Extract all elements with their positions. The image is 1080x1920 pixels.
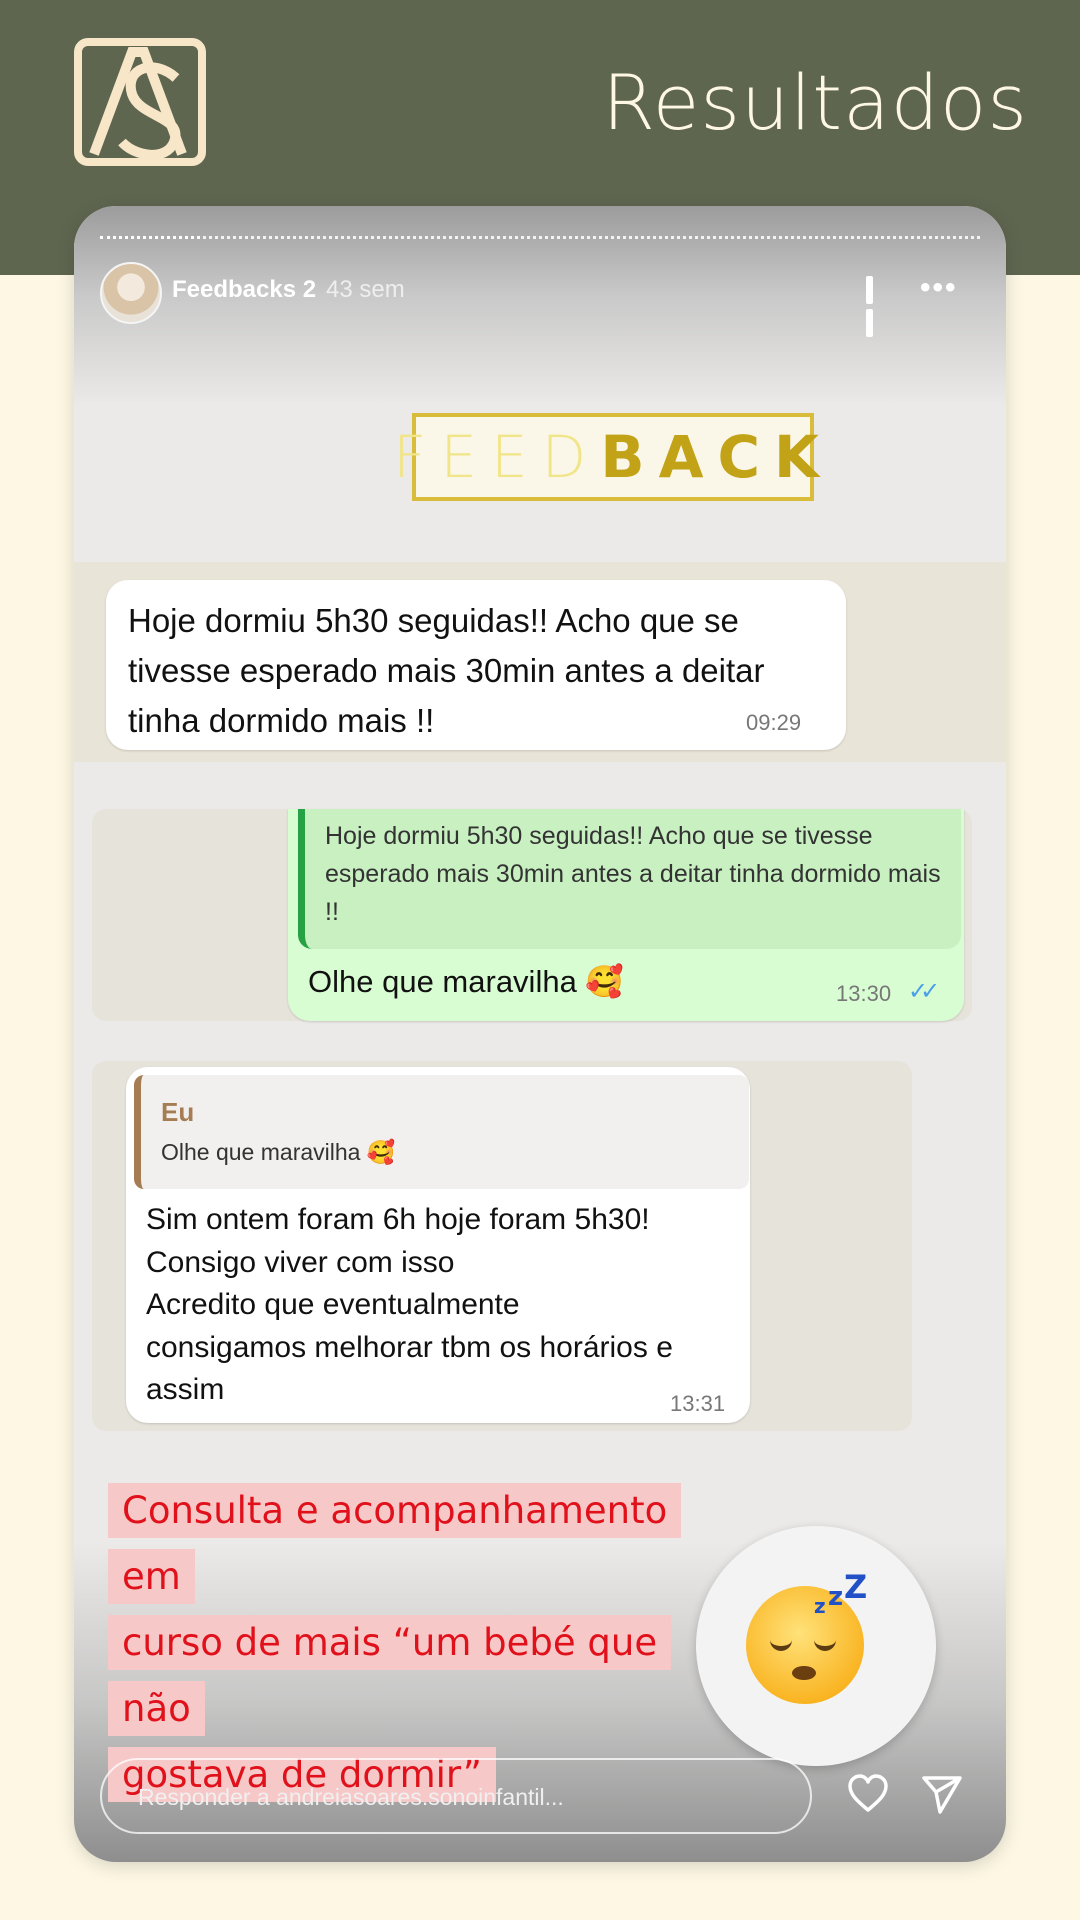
quoted-text: Hoje dormiu 5h30 seguidas!! Acho que se … <box>325 822 941 926</box>
message-line: Sim ontem foram 6h hoje foram 5h30! <box>146 1203 650 1236</box>
send-icon[interactable] <box>920 1772 964 1816</box>
message-time: 13:30 <box>836 981 892 1006</box>
chat-screenshot-1: Hoje dormiu 5h30 seguidas!! Acho que se … <box>74 562 1006 762</box>
brand-logo <box>74 38 206 166</box>
feedback-banner-bold: BACK <box>600 423 833 491</box>
quoted-text: Olhe que maravilha 🥰 <box>161 1139 396 1165</box>
received-message: Hoje dormiu 5h30 seguidas!! Acho que se … <box>106 580 846 750</box>
more-icon[interactable]: ••• <box>920 273 958 303</box>
feedback-banner-light: FEED <box>393 423 601 491</box>
message-time: 09:29 <box>746 710 802 735</box>
received-message: Eu Olhe que maravilha 🥰 Sim ontem foram … <box>126 1067 750 1423</box>
page-title: Resultados <box>602 58 1028 147</box>
feedback-banner: FEED BACK <box>393 413 819 501</box>
avatar[interactable] <box>100 262 162 324</box>
sent-message: Hoje dormiu 5h30 seguidas!! Acho que se … <box>288 809 964 1021</box>
story-account-name[interactable]: Feedbacks 2 <box>172 276 316 304</box>
instagram-story: Feedbacks 2 43 sem ••• FEED BACK Hoje dor… <box>74 206 1006 1862</box>
sleeping-face-sticker[interactable]: z z Z <box>696 1526 936 1766</box>
message-line: Consigo viver com isso <box>146 1245 455 1279</box>
quoted-author: Eu <box>161 1097 195 1127</box>
caption-line: curso de mais “um bebé que não <box>108 1615 672 1736</box>
double-check-icon: ✓✓ <box>908 978 940 1005</box>
message-time: 13:31 <box>670 1391 726 1416</box>
message-text: Hoje dormiu 5h30 seguidas!! Acho que se … <box>128 602 765 739</box>
message-line: assim <box>146 1373 225 1406</box>
caption-line: Consulta e acompanhamento em <box>108 1483 682 1604</box>
message-line: Acredito que eventualmente <box>146 1288 520 1321</box>
message-text: Sim ontem foram 6h hoje foram 5h30! Cons… <box>146 1199 746 1412</box>
story-time-ago: 43 sem <box>326 276 405 303</box>
story-reply-input[interactable]: Responder a andreiasoares.sonoinfantil..… <box>100 1758 812 1834</box>
story-progress-bar <box>100 236 980 243</box>
chat-screenshot-2: Hoje dormiu 5h30 seguidas!! Acho que se … <box>92 809 972 1021</box>
story-progress-done <box>100 236 200 243</box>
reply-placeholder: Responder a andreiasoares.sonoinfantil..… <box>138 1784 564 1810</box>
chat-screenshot-3: Eu Olhe que maravilha 🥰 Sim ontem foram … <box>92 1061 912 1431</box>
quoted-message: Hoje dormiu 5h30 seguidas!! Acho que se … <box>298 809 961 949</box>
pause-icon[interactable] <box>866 276 888 337</box>
quoted-message: Eu Olhe que maravilha 🥰 <box>134 1075 749 1189</box>
heart-icon[interactable] <box>846 1772 890 1816</box>
message-text: Olhe que maravilha 🥰 <box>308 964 625 999</box>
message-line: consigamos melhorar tbm os horários e <box>146 1330 673 1364</box>
